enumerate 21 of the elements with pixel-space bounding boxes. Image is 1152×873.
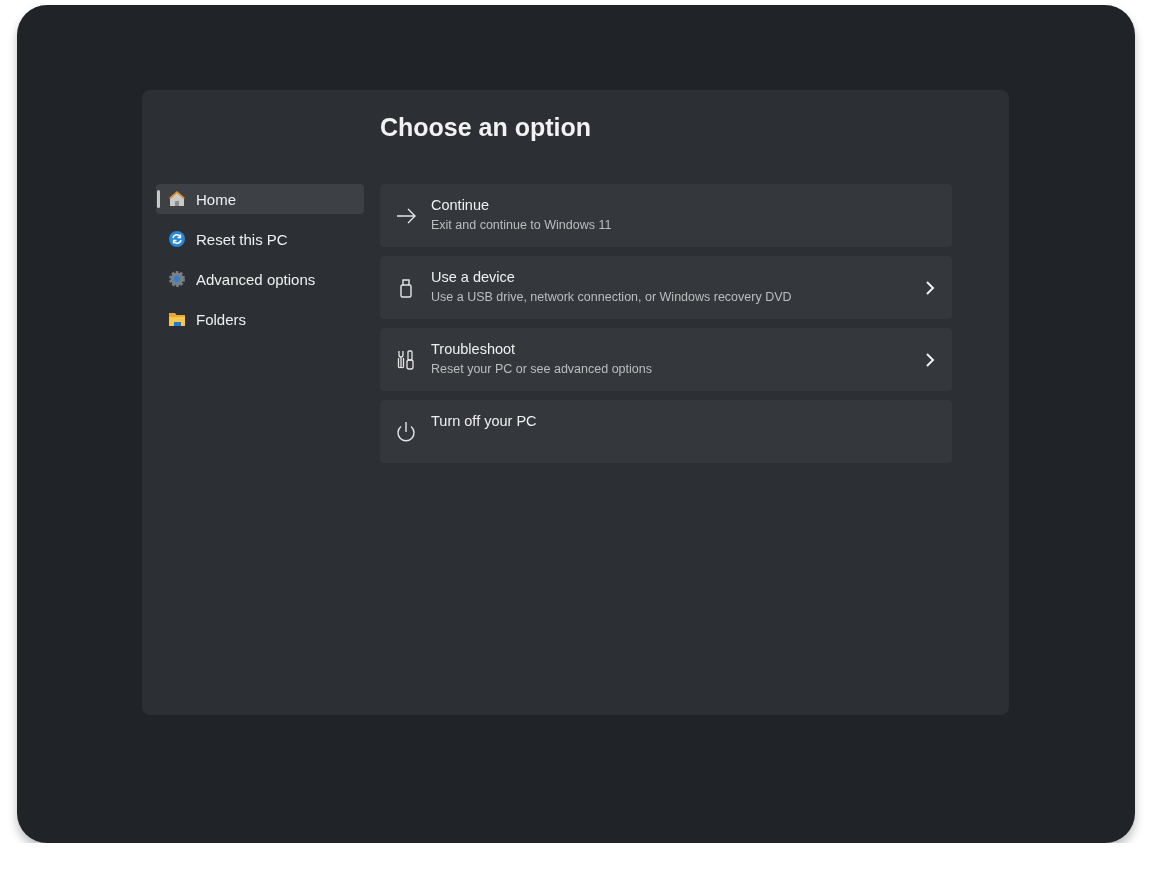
option-card[interactable]: Continue Exit and continue to Windows 11 [380, 184, 952, 247]
option-description: Exit and continue to Windows 11 [431, 217, 613, 234]
refresh-icon [168, 230, 186, 248]
gear-icon [168, 270, 186, 288]
option-title: Use a device [431, 268, 516, 287]
home-icon [168, 190, 186, 208]
folder-icon [168, 310, 186, 328]
option-description: Reset your PC or see advanced options [431, 361, 653, 378]
sidebar-item[interactable]: Folders [156, 304, 364, 334]
option-card[interactable]: Use a device Use a USB drive, network connection, or Windows recovery DVD [380, 256, 952, 319]
option-title: Continue [431, 196, 491, 215]
power-icon [394, 419, 418, 444]
sidebar-item[interactable]: Advanced options [156, 264, 364, 294]
option-description: Use a USB drive, network connection, or Windows recovery DVD [431, 289, 793, 306]
option-title: Turn off your PC [431, 412, 538, 431]
option-card[interactable]: Turn off your PC [380, 400, 952, 463]
sidebar-item[interactable]: Home [156, 184, 364, 214]
sidebar-item[interactable]: Reset this PC [156, 224, 364, 254]
page-title: Choose an option [380, 112, 593, 143]
option-card[interactable]: Troubleshoot Reset your PC or see advanced options [380, 328, 952, 391]
option-title: Troubleshoot [431, 340, 517, 359]
